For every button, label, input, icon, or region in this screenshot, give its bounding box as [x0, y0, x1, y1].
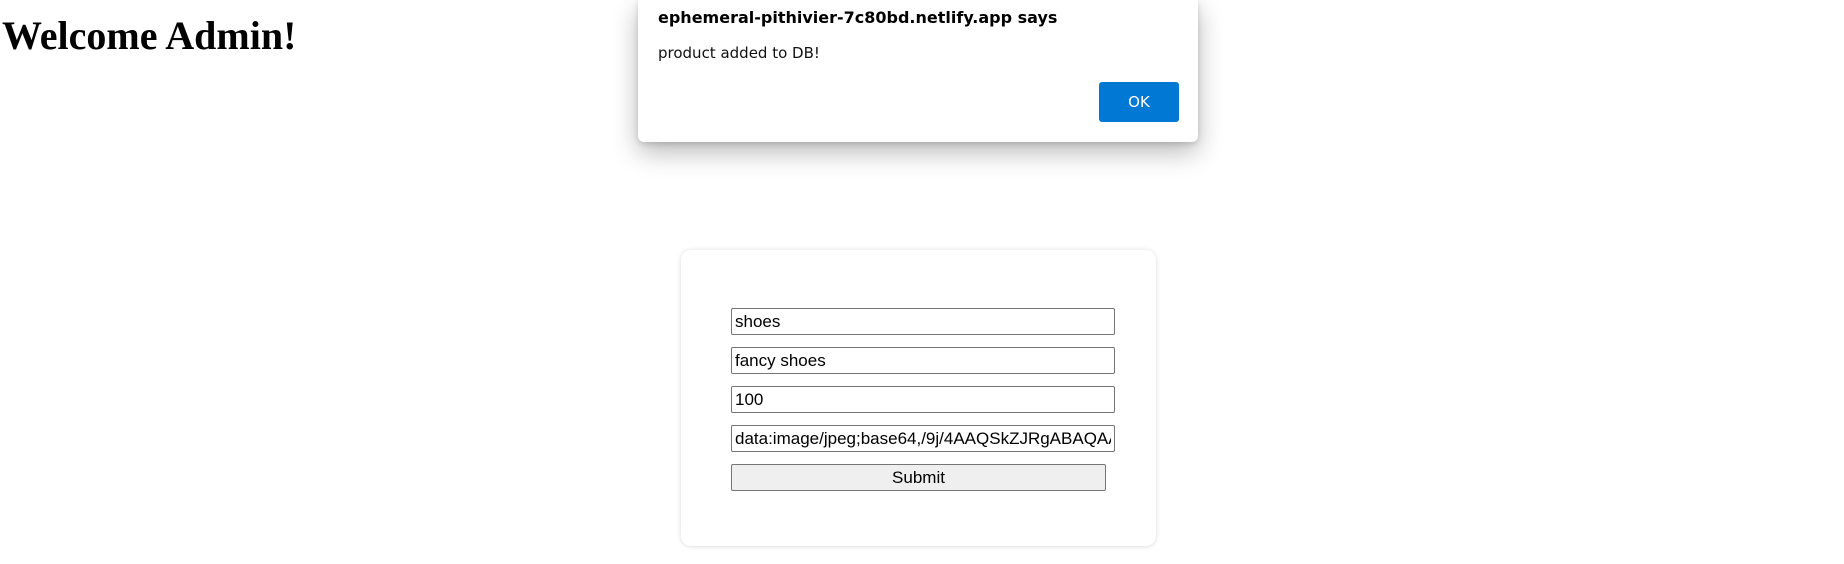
product-price-input[interactable]: [731, 386, 1115, 413]
product-name-input[interactable]: [731, 308, 1115, 335]
product-image-input[interactable]: [731, 425, 1115, 452]
product-description-input[interactable]: [731, 347, 1115, 374]
submit-button[interactable]: Submit: [731, 464, 1106, 491]
dialog-message: product added to DB!: [658, 44, 820, 62]
product-form-card: Submit: [681, 250, 1156, 546]
ok-button[interactable]: OK: [1099, 82, 1179, 122]
dialog-title: ephemeral-pithivier-7c80bd.netlify.app s…: [658, 8, 1058, 27]
page-title: Welcome Admin!: [2, 13, 297, 58]
alert-dialog: ephemeral-pithivier-7c80bd.netlify.app s…: [638, 0, 1198, 142]
